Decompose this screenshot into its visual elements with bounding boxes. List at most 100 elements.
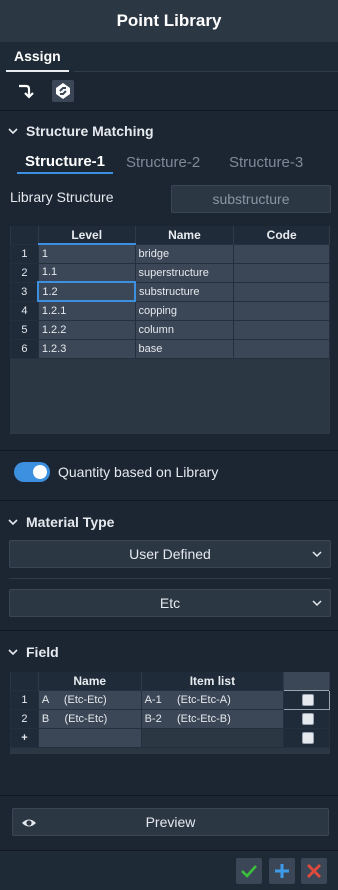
- divider: [9, 578, 331, 579]
- section-title: Field: [26, 644, 59, 660]
- level-cell[interactable]: 1: [37, 243, 136, 264]
- level-cell[interactable]: 1.2.2: [37, 319, 136, 340]
- chevron-down-icon: [312, 600, 322, 607]
- name-cell[interactable]: copping: [134, 300, 235, 321]
- name-cell[interactable]: superstructure: [134, 262, 235, 283]
- toolbar: [0, 72, 338, 110]
- table-row[interactable]: 6 1.2.3 base: [10, 338, 330, 359]
- preview-button[interactable]: Preview: [12, 808, 329, 836]
- row-number-header: [10, 672, 39, 690]
- row-number: 2: [10, 708, 39, 729]
- code-cell[interactable]: [233, 281, 330, 302]
- item-list-cell[interactable]: A-1 (Etc-Etc-A): [140, 689, 285, 710]
- check-cell[interactable]: [283, 689, 330, 710]
- column-header-item-list[interactable]: Item list: [141, 672, 285, 690]
- chevron-down-icon: [0, 127, 26, 135]
- column-header-level[interactable]: Level: [38, 226, 136, 245]
- assign-arrow-button[interactable]: [14, 80, 36, 102]
- section-title: Material Type: [26, 514, 115, 530]
- name-cell[interactable]: column: [134, 319, 235, 340]
- material-subtype-dropdown[interactable]: Etc: [9, 589, 331, 617]
- field-header[interactable]: Field: [0, 638, 59, 666]
- plus-icon: [275, 864, 289, 878]
- preview-label: Preview: [145, 814, 196, 830]
- cancel-button[interactable]: [301, 858, 327, 884]
- row-number: 6: [10, 338, 39, 359]
- tab-structure-2[interactable]: Structure-2: [126, 150, 200, 174]
- row-number: 1: [10, 243, 39, 264]
- sync-icon: [56, 83, 70, 99]
- table-row[interactable]: 1 A (Etc-Etc) A-1 (Etc-Etc-A): [10, 689, 330, 710]
- code-cell[interactable]: [233, 262, 330, 283]
- column-header-name[interactable]: Name: [38, 672, 142, 690]
- row-number: 2: [10, 262, 39, 283]
- tab-bar: Assign: [0, 42, 338, 72]
- table-row[interactable]: 2 B (Etc-Etc) B-2 (Etc-Etc-B): [10, 708, 330, 729]
- dropdown-value: Etc: [159, 595, 181, 611]
- name-cell[interactable]: B (Etc-Etc): [37, 708, 142, 729]
- column-header-check: [283, 672, 330, 690]
- code-cell[interactable]: [233, 319, 330, 340]
- structure-matching-header[interactable]: Structure Matching: [0, 117, 154, 145]
- window-title: Point Library: [116, 11, 222, 30]
- eye-icon: [22, 819, 36, 827]
- level-cell[interactable]: 1.1: [37, 262, 136, 283]
- library-structure-label: Library Structure: [10, 189, 114, 205]
- sync-button[interactable]: [52, 80, 74, 102]
- check-icon: [241, 865, 257, 878]
- new-row-marker: +: [10, 727, 39, 748]
- item-list-cell[interactable]: B-2 (Etc-Etc-B): [140, 708, 285, 729]
- confirm-button[interactable]: [236, 858, 262, 884]
- footer-actions: [0, 850, 338, 890]
- table-row[interactable]: 2 1.1 superstructure: [10, 262, 330, 283]
- field-grid: Name Item list 1 A (Etc-Etc) A-1 (Etc-Et…: [9, 671, 331, 755]
- material-type-dropdown[interactable]: User Defined: [9, 540, 331, 568]
- material-type-header[interactable]: Material Type: [0, 508, 114, 536]
- turn-down-arrow-icon: [19, 84, 34, 99]
- check-cell[interactable]: [283, 727, 330, 748]
- tab-structure-3[interactable]: Structure-3: [229, 150, 303, 174]
- structure-subtabs: Structure-1 Structure-2 Structure-3: [0, 150, 338, 174]
- new-row[interactable]: +: [10, 727, 330, 748]
- column-header-name[interactable]: Name: [135, 226, 235, 244]
- tab-assign[interactable]: Assign: [6, 42, 69, 72]
- field-table: Name Item list 1 A (Etc-Etc) A-1 (Etc-Et…: [10, 672, 330, 748]
- close-icon: [307, 864, 321, 878]
- table-row[interactable]: 5 1.2.2 column: [10, 319, 330, 340]
- name-cell[interactable]: [37, 727, 142, 748]
- row-number: 1: [10, 689, 39, 710]
- add-button[interactable]: [269, 858, 295, 884]
- code-cell[interactable]: [233, 243, 330, 264]
- check-cell[interactable]: [283, 708, 330, 729]
- row-checkbox[interactable]: [302, 712, 315, 725]
- chevron-down-icon: [0, 648, 26, 656]
- library-structure-field[interactable]: substructure: [171, 185, 331, 213]
- row-number: 5: [10, 319, 39, 340]
- level-cell[interactable]: 1.2.3: [37, 338, 136, 359]
- structure-grid: Level Name Code 1 1 bridge 2 1.1 superst…: [9, 225, 331, 435]
- row-checkbox[interactable]: [302, 731, 315, 744]
- section-title: Structure Matching: [26, 123, 154, 139]
- item-list-cell[interactable]: [140, 727, 285, 748]
- quantity-toggle[interactable]: [14, 462, 50, 482]
- name-cell[interactable]: bridge: [134, 243, 235, 264]
- table-row[interactable]: 3 1.2 substructure: [10, 281, 330, 302]
- toggle-knob: [33, 465, 47, 479]
- code-cell[interactable]: [233, 338, 330, 359]
- name-cell[interactable]: substructure: [134, 281, 235, 302]
- tab-structure-1[interactable]: Structure-1: [17, 150, 114, 174]
- chevron-down-icon: [0, 518, 26, 526]
- row-number: 3: [10, 281, 39, 302]
- code-cell[interactable]: [233, 300, 330, 321]
- level-cell-selected[interactable]: 1.2: [37, 281, 136, 302]
- row-number-header: [10, 226, 39, 244]
- name-cell[interactable]: A (Etc-Etc): [37, 689, 142, 710]
- table-row[interactable]: 4 1.2.1 copping: [10, 300, 330, 321]
- chevron-down-icon: [312, 551, 322, 558]
- table-row[interactable]: 1 1 bridge: [10, 243, 330, 264]
- row-checkbox[interactable]: [302, 693, 315, 706]
- column-header-code[interactable]: Code: [233, 226, 330, 244]
- name-cell[interactable]: base: [134, 338, 235, 359]
- row-number: 4: [10, 300, 39, 321]
- level-cell[interactable]: 1.2.1: [37, 300, 136, 321]
